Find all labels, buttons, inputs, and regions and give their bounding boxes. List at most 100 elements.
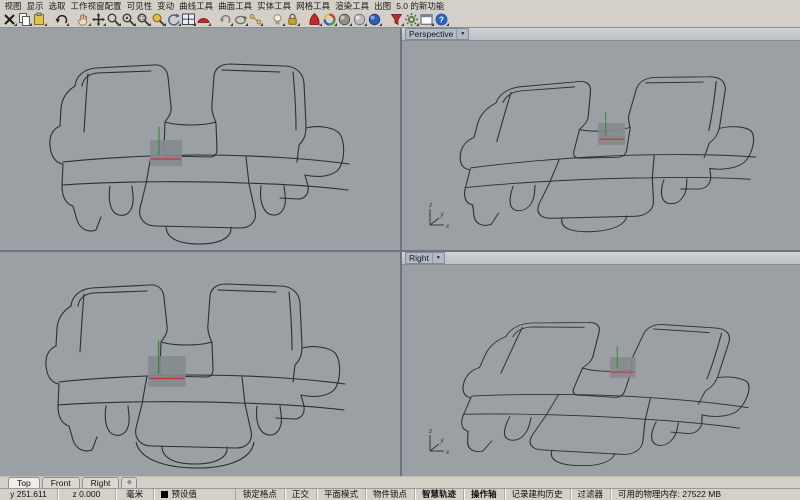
toolbar-group [307,11,382,27]
status-toggle[interactable]: 锁定格点 [236,489,284,500]
properties-icon [389,12,404,27]
viewport-layout-button[interactable] [181,11,196,27]
options-gear-button[interactable] [404,11,419,27]
zoom-dynamic-button[interactable] [121,11,136,27]
wireframe-right-view: z x y [402,265,800,476]
viewport-title-label: Right [409,253,429,263]
menu-item[interactable]: 视图 [2,0,24,11]
zoom-icon [106,12,121,27]
undo-view-icon [218,12,233,27]
menu-item[interactable]: 可见性 [124,0,155,11]
rhino-window: 视图显示选取工作视窗配置可见性变动曲线工具曲面工具实体工具网格工具渲染工具出图5… [0,0,800,500]
wireframe-front-view [0,252,400,476]
viewport-title-right[interactable]: Right ▼ [405,252,445,264]
viewport-titlebar: Right ▼ [402,252,800,265]
floating-viewport-button[interactable] [419,11,434,27]
viewport-tab-top[interactable]: Top [8,477,40,488]
status-toggle[interactable]: 过滤器 [570,489,611,500]
viewport-perspective[interactable]: Perspective ▼ z x y [402,28,800,250]
menu-item[interactable]: 选取 [46,0,68,11]
menu-item[interactable]: 曲线工具 [177,0,216,11]
zoom-window-button[interactable] [136,11,151,27]
toolbar-group [54,11,69,27]
status-toggle[interactable]: 平面模式 [316,489,365,500]
coordinate-z: z 0.000 [57,489,115,500]
redo-view-icon [233,12,248,27]
viewport-bottom-left[interactable] [0,252,400,476]
copy-button[interactable] [17,11,32,27]
menu-item[interactable]: 变动 [155,0,177,11]
named-views-icon [248,12,263,27]
menu-item[interactable]: 工作视窗配置 [68,0,124,11]
pan-icon [76,12,91,27]
layer-color-swatch [161,491,168,498]
toolbar-group: ? [389,11,449,27]
viewport-tab-front[interactable]: Front [42,477,80,488]
help-button[interactable]: ? [434,11,449,27]
delete-icon [2,12,17,27]
named-views-button[interactable] [248,11,263,27]
properties-button[interactable] [389,11,404,27]
lock-button[interactable] [285,11,300,27]
toolbar-group [76,11,211,27]
chevron-down-icon[interactable]: ▼ [432,253,441,263]
status-toggle[interactable]: 正交 [284,489,316,500]
new-viewport-tab-button[interactable]: ◆ [121,477,137,488]
move-button[interactable] [91,11,106,27]
rotate-view-button[interactable] [166,11,181,27]
delete-button[interactable] [2,11,17,27]
redo-view-button[interactable] [233,11,248,27]
viewport-tab-right[interactable]: Right [82,477,120,488]
paste-button[interactable] [32,11,47,27]
undo-view-button[interactable] [218,11,233,27]
chevron-down-icon[interactable]: ▼ [456,29,465,39]
color-wheel-icon [322,12,337,27]
render-button[interactable] [307,11,322,27]
status-toggle[interactable]: 物件锁点 [365,489,414,500]
menu-item[interactable]: 5.0 的新功能 [394,0,447,11]
show-objects-button[interactable] [270,11,285,27]
shaded-view-button[interactable] [337,11,352,27]
viewport-top-left[interactable] [0,28,400,250]
wireframe-perspective-view: z x y [402,41,800,250]
restore-view-icon [196,12,211,27]
viewport-title-perspective[interactable]: Perspective ▼ [405,28,469,40]
menu-item[interactable]: 曲面工具 [216,0,255,11]
toolbar-group [218,11,263,27]
menu-item[interactable]: 网格工具 [294,0,333,11]
svg-text:x: x [445,223,450,230]
help-icon: ? [434,12,449,27]
rotate-view-icon [166,12,181,27]
menu-item[interactable]: 实体工具 [255,0,294,11]
wireframe-top-view [0,28,400,250]
svg-text:y: y [440,437,445,444]
viewport-right[interactable]: Right ▼ z x y [402,252,800,476]
rendered-view-icon [367,12,382,27]
menu-item[interactable]: 出图 [372,0,394,11]
status-toggle[interactable]: 智慧轨迹 [414,489,463,500]
zoom-extents-button[interactable] [151,11,166,27]
zoom-button[interactable] [106,11,121,27]
menu-item[interactable]: 渲染工具 [333,0,372,11]
viewport-grid: Perspective ▼ z x y [0,28,800,476]
options-gear-icon [404,12,419,27]
rendered-view-button[interactable] [367,11,382,27]
menu-item[interactable]: 显示 [24,0,46,11]
undo-button[interactable] [54,11,69,27]
status-toggles: 锁定格点正交平面模式物件锁点智慧轨迹操作轴记录建构历史过滤器 [236,489,610,500]
show-objects-icon [270,12,285,27]
render-icon [307,12,322,27]
svg-text:?: ? [439,14,444,24]
current-layer-field[interactable]: 预设值 [153,489,234,500]
units-field[interactable]: 毫米 [115,489,154,500]
floating-viewport-icon [419,12,434,27]
coordinate-y: y 251.611 [0,489,57,500]
color-wheel-button[interactable] [322,11,337,27]
status-toggle[interactable]: 操作轴 [463,489,504,500]
ghosted-view-button[interactable] [352,11,367,27]
status-toggle[interactable]: 记录建构历史 [504,489,570,500]
svg-text:z: z [428,202,433,209]
viewport-layout-icon [181,12,196,27]
restore-view-button[interactable] [196,11,211,27]
pan-button[interactable] [76,11,91,27]
